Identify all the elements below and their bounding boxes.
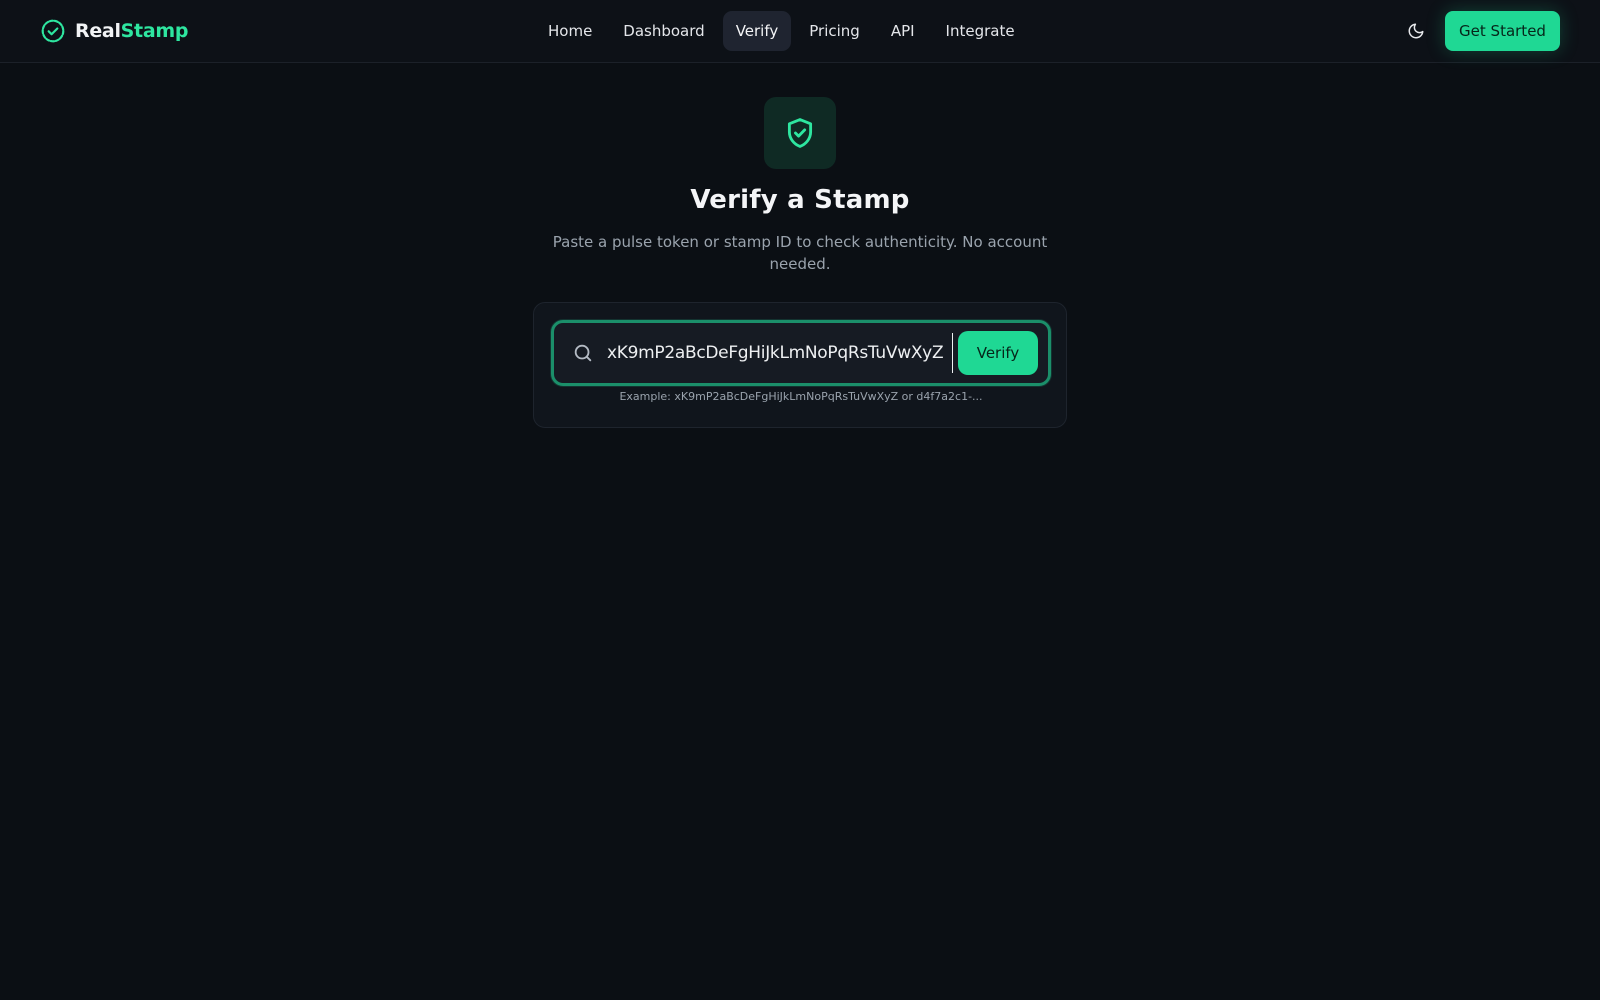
nav-item-api[interactable]: API [878, 11, 928, 51]
brand-name-real: Real [75, 20, 121, 42]
top-navbar: RealStamp Home Dashboard Verify Pricing … [0, 0, 1600, 63]
brand-name: RealStamp [75, 20, 188, 42]
nav-item-integrate[interactable]: Integrate [933, 11, 1028, 51]
moon-icon [1408, 23, 1424, 39]
page-subtitle: Paste a pulse token or stamp ID to check… [552, 233, 1048, 273]
main-nav: Home Dashboard Verify Pricing API Integr… [535, 11, 1033, 51]
brand-name-stamp: Stamp [120, 20, 189, 42]
nav-item-pricing[interactable]: Pricing [796, 11, 873, 51]
search-icon [574, 344, 592, 362]
hero-icon-container [764, 97, 836, 169]
brand-logo[interactable]: RealStamp [40, 17, 188, 45]
token-search-box: Verify [551, 320, 1051, 386]
badge-check-icon [41, 19, 65, 43]
example-hint: Example: xK9mP2aBcDeFgHiJkLmNoPqRsTuVwXy… [619, 390, 983, 403]
verify-button[interactable]: Verify [958, 331, 1038, 375]
get-started-button[interactable]: Get Started [1445, 11, 1560, 51]
token-input[interactable] [607, 333, 953, 373]
verify-card: Verify Example: xK9mP2aBcDeFgHiJkLmNoPqR… [533, 302, 1067, 428]
nav-item-verify[interactable]: Verify [722, 11, 792, 51]
nav-item-dashboard[interactable]: Dashboard [610, 11, 717, 51]
nav-item-home[interactable]: Home [535, 11, 605, 51]
page-title: Verify a Stamp [690, 185, 910, 215]
theme-toggle-button[interactable] [1400, 15, 1432, 47]
shield-check-icon [787, 118, 813, 148]
